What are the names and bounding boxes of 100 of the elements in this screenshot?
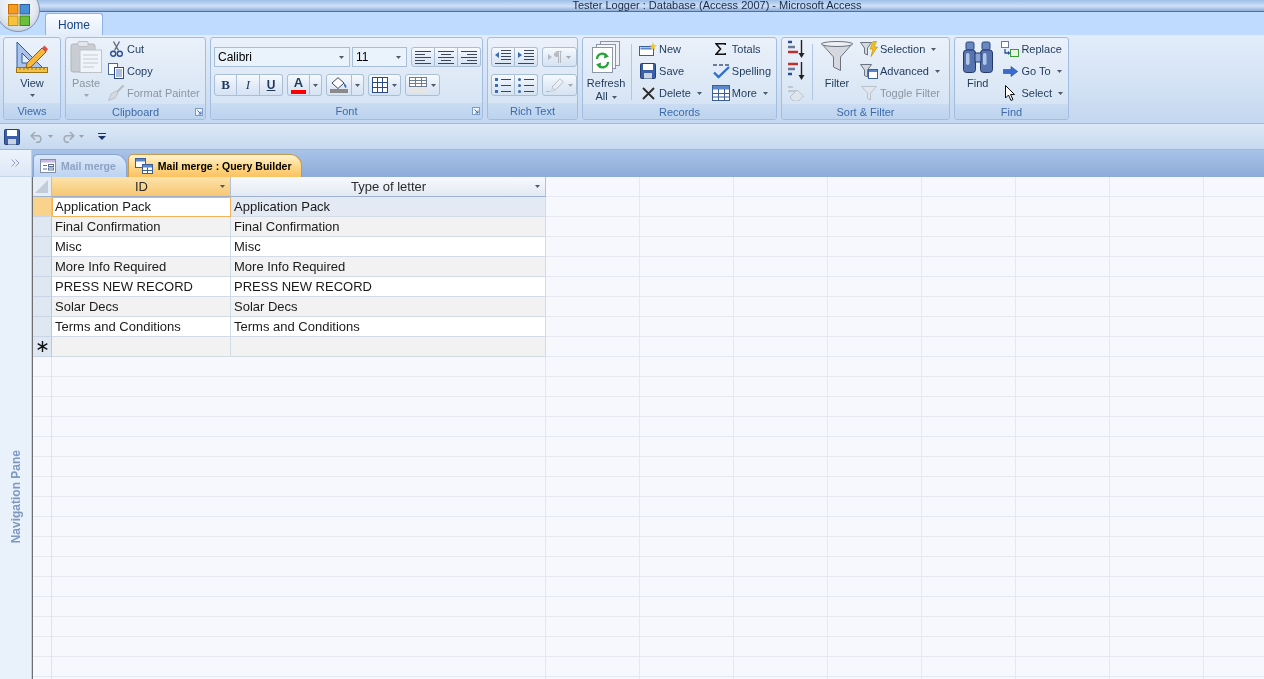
view-button[interactable]: View <box>7 38 57 97</box>
copy-button[interactable]: Copy <box>105 60 202 82</box>
caret-icon <box>220 185 225 188</box>
font-size-field[interactable]: 11 <box>352 47 407 67</box>
caret-icon <box>931 47 937 51</box>
eraser-icon <box>788 85 804 101</box>
ruler-pencil-icon <box>16 41 48 73</box>
advanced-button[interactable]: Advanced <box>858 60 942 82</box>
swatch-icon <box>291 89 306 94</box>
filter-button[interactable]: Filter <box>818 38 856 90</box>
refresh-icon <box>592 41 621 73</box>
caret-icon <box>568 83 573 87</box>
caret-icon <box>83 94 89 97</box>
caret-icon <box>934 69 940 73</box>
selection-button[interactable]: Selection <box>858 38 942 60</box>
fill-color-button[interactable] <box>326 74 352 96</box>
caret-icon <box>535 185 540 188</box>
funnel-small-icon <box>861 85 877 101</box>
table-cell: Application Pack <box>231 197 546 217</box>
table-cell: Final Confirmation <box>231 217 546 237</box>
new-record-field[interactable] <box>231 337 546 357</box>
font-color-button[interactable]: A <box>287 74 310 96</box>
underline-button[interactable]: U <box>260 74 283 96</box>
fill-color-dropdown-button[interactable] <box>352 74 364 96</box>
group-label: Find <box>1000 106 1023 118</box>
caret-icon <box>696 91 702 95</box>
sort-ascending-icon <box>787 40 805 58</box>
save-button[interactable]: Save <box>637 60 704 82</box>
bold-button[interactable]: B <box>214 74 237 96</box>
bullets-button[interactable] <box>515 74 538 96</box>
table-cell: Final Confirmation <box>52 217 231 237</box>
funnel-lightning-icon <box>860 41 878 57</box>
more-button[interactable]: More <box>709 82 773 104</box>
binoculars-icon <box>962 41 993 73</box>
table-cell: Terms and Conditions <box>52 317 231 337</box>
totals-button[interactable]: Totals <box>709 38 773 60</box>
table-rows-icon <box>409 77 427 93</box>
funnel-icon <box>821 41 853 71</box>
new-record-field[interactable] <box>52 337 231 357</box>
align-center-button[interactable] <box>435 47 458 67</box>
navigation-pane-label: Navigation Pane <box>8 450 23 544</box>
ribbon-tab[interactable]: Home <box>45 13 103 35</box>
clipboard-icon <box>70 41 102 73</box>
alternate-fill-button[interactable] <box>405 74 440 96</box>
sort-ascending-button[interactable] <box>785 38 807 60</box>
sort-descending-icon <box>787 62 805 80</box>
sigma-icon <box>715 43 727 55</box>
record-selector[interactable] <box>33 337 52 357</box>
boxes-arrow-icon <box>1001 41 1020 57</box>
window-title: Tester Logger : Database (Access 2007) - Microsoft Access <box>572 0 862 11</box>
replace-button[interactable]: Replace <box>999 38 1065 60</box>
undo-icon <box>30 130 44 143</box>
table-cell: Misc <box>231 237 546 257</box>
select-button[interactable]: Select <box>999 82 1065 104</box>
check-mark-icon <box>711 63 730 79</box>
asterisk-icon <box>36 341 48 352</box>
table-cell: Solar Decs <box>52 297 231 317</box>
caret-icon <box>392 83 397 87</box>
font-name-field[interactable]: Calibri <box>214 47 350 67</box>
arrow-right-icon <box>1002 65 1018 77</box>
find-button[interactable]: Find <box>958 38 998 90</box>
paintbrush-icon <box>108 85 124 101</box>
delete-button[interactable]: Delete <box>637 82 704 104</box>
align-right-button[interactable] <box>458 47 481 67</box>
italic-button[interactable]: I <box>237 74 260 96</box>
spelling-button[interactable]: Spelling <box>709 60 773 82</box>
column-header[interactable]: Type of letter <box>231 177 546 197</box>
increase-indent-button[interactable] <box>515 47 538 67</box>
refresh-all-button[interactable]: Refresh All <box>586 38 627 103</box>
table-cell: More Info Required <box>52 257 231 277</box>
increase-indent-icon <box>518 50 534 64</box>
copy-icon <box>108 63 124 79</box>
decrease-indent-icon <box>495 50 511 64</box>
numbering-button[interactable] <box>491 74 515 96</box>
caret-icon <box>431 83 436 87</box>
cut-button[interactable]: Cut <box>105 38 202 60</box>
sort-descending-button[interactable] <box>785 60 807 82</box>
table-cell: Terms and Conditions <box>231 317 546 337</box>
pilcrow-icon <box>548 51 562 63</box>
scissors-icon <box>109 41 123 57</box>
save-button[interactable] <box>2 126 22 147</box>
pen-icon <box>546 78 564 92</box>
table-cell: Misc <box>52 237 231 257</box>
paint-bucket-icon <box>330 77 348 93</box>
group-label: Font <box>335 105 358 117</box>
dialog-launcher-icon[interactable] <box>472 107 480 115</box>
font-color-dropdown-button[interactable] <box>310 74 322 96</box>
new-button[interactable]: New <box>637 38 704 60</box>
decrease-indent-button[interactable] <box>491 47 515 67</box>
dialog-launcher-icon[interactable] <box>195 108 203 116</box>
go-to-button[interactable]: Go To <box>999 60 1065 82</box>
form-icon <box>40 159 56 173</box>
document-tab[interactable]: Mail merge : Query Builder <box>127 154 303 177</box>
group-label: Rich Text <box>509 105 555 117</box>
gridlines-button[interactable] <box>368 74 401 96</box>
table-cell: Application Pack <box>52 197 231 217</box>
column-header[interactable]: ID <box>52 177 231 197</box>
align-left-button[interactable] <box>411 47 435 67</box>
caret-icon <box>339 55 344 59</box>
caret-icon <box>79 135 84 138</box>
